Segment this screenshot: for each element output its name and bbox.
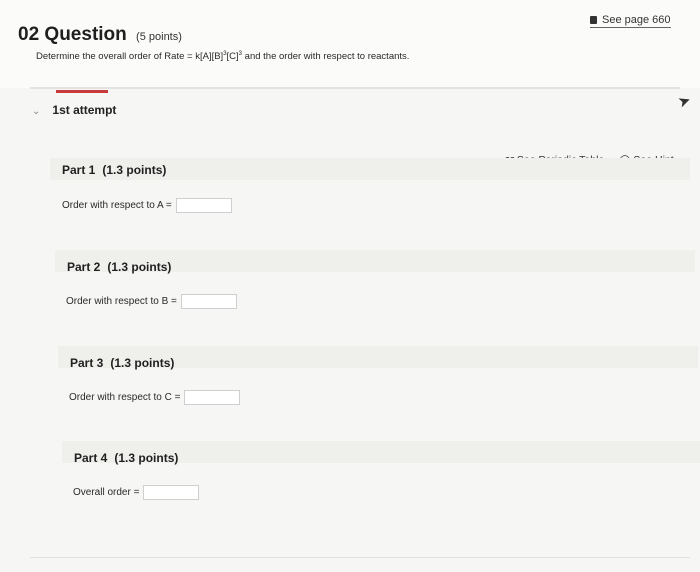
part-4-row: Overall order = (73, 485, 200, 500)
see-page-link[interactable]: See page 660 (590, 14, 671, 28)
question-title: 02 Question (5 points) (18, 24, 182, 46)
question-word: Question (44, 24, 127, 45)
part-points: (1.3 points) (114, 451, 179, 465)
part-4-title: Part 4 (1.3 points) (74, 451, 178, 465)
part-2-row: Order with respect to B = (66, 294, 237, 309)
attempt-label: 1st attempt (52, 103, 117, 117)
header-divider (30, 87, 680, 89)
part-points: (1.3 points) (102, 163, 167, 177)
prompt-mid: [C] (226, 51, 239, 63)
overall-order-input[interactable] (143, 485, 200, 500)
see-page-label: See page 660 (602, 14, 671, 26)
part-points: (1.3 points) (110, 356, 175, 370)
part-title-text: Part 2 (67, 260, 101, 274)
attempt-tab-indicator (56, 90, 108, 93)
part-title-text: Part 1 (62, 163, 96, 177)
attempt-toggle[interactable]: ⌄ 1st attempt (32, 103, 116, 117)
part-3-label: Order with respect to C = (69, 392, 181, 404)
part-4-label: Overall order = (73, 487, 140, 499)
order-b-input[interactable] (180, 294, 237, 309)
part-title-text: Part 3 (70, 356, 104, 370)
order-a-input[interactable] (175, 198, 232, 213)
question-number: 02 (18, 24, 40, 45)
part-2-label: Order with respect to B = (66, 296, 177, 308)
part-title-text: Part 4 (74, 451, 108, 465)
part-3-title: Part 3 (1.3 points) (70, 356, 174, 370)
part-1-row: Order with respect to A = (62, 198, 232, 213)
order-c-input[interactable] (184, 390, 241, 405)
part-1-title: Part 1 (1.3 points) (62, 163, 166, 177)
question-points: (5 points) (136, 31, 182, 43)
prompt-suffix: and the order with respect to reactants. (242, 51, 410, 63)
footer-divider (30, 557, 690, 558)
part-points: (1.3 points) (107, 260, 172, 274)
part-2-title: Part 2 (1.3 points) (67, 260, 171, 274)
prompt-prefix: Determine the overall order of Rate = k[… (36, 51, 224, 63)
question-prompt: Determine the overall order of Rate = k[… (36, 51, 409, 62)
part-3-row: Order with respect to C = (69, 390, 241, 405)
chevron-down-icon: ⌄ (32, 106, 41, 117)
part-1-label: Order with respect to A = (62, 200, 172, 212)
book-icon (590, 16, 597, 24)
arrow-up-icon[interactable]: ➤ (675, 90, 694, 111)
